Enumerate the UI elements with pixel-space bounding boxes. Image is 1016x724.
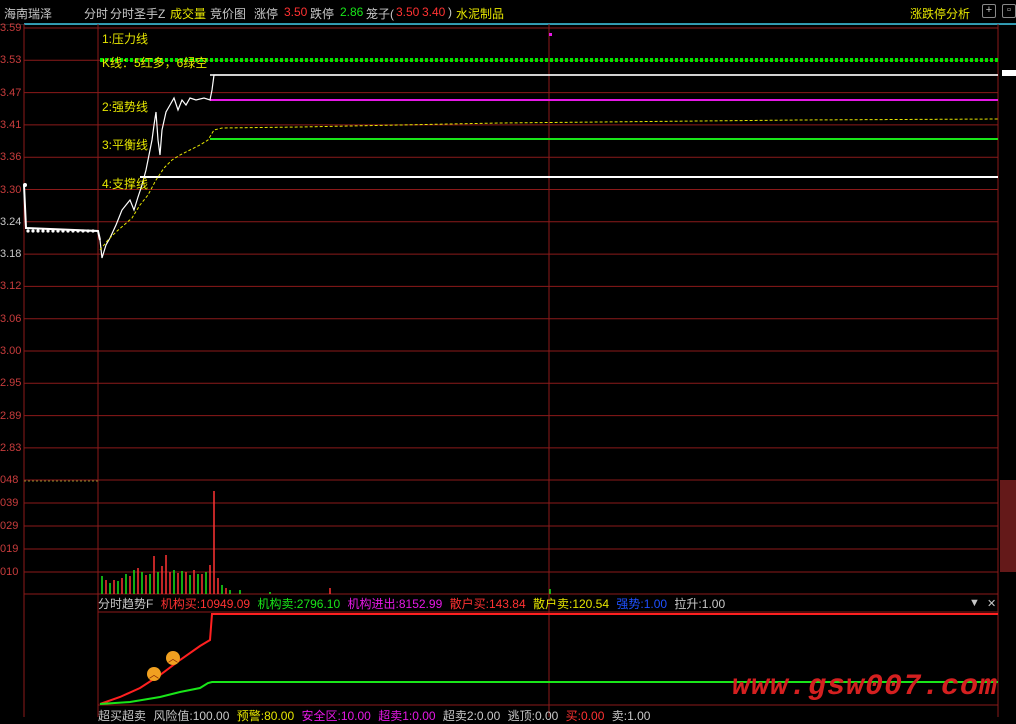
indicator-close-icon[interactable]: ✕ <box>987 597 996 610</box>
risk-value: 100.00 <box>192 709 230 723</box>
open-dot <box>23 183 27 187</box>
pull-value: 1.00 <box>701 597 726 611</box>
premarket-dot <box>26 229 30 233</box>
volume-bars <box>101 491 551 594</box>
inst-sell-value: 2796.10 <box>296 597 341 611</box>
strong-line-label: 2:强势线 <box>102 100 149 114</box>
premarket-dot <box>51 229 55 233</box>
watermark: www.gsw007.com <box>731 670 998 704</box>
bottom-indicator-title[interactable]: 超买超卖 <box>98 709 146 723</box>
retail-sell-label: 散户卖: <box>532 597 573 611</box>
strong-value: 1.00 <box>643 597 668 611</box>
premarket-dot <box>41 229 45 233</box>
retail-buy-label: 散户买: <box>449 597 489 611</box>
escape-label: 逃顶: <box>507 709 535 723</box>
premarket-dot <box>66 229 70 233</box>
escape-value: 0.00 <box>534 709 559 723</box>
inst-buy-label: 机构买: <box>160 597 201 611</box>
premarket-dot <box>76 229 80 233</box>
sell-value: 1.00 <box>627 709 651 723</box>
sell-label: 卖: <box>611 709 628 723</box>
kline-note-label: K线：5红多，6绿空 <box>102 56 208 70</box>
strong-label: 强势: <box>616 597 644 611</box>
oversold1-value: 0.00 <box>412 709 436 723</box>
premarket-dot <box>31 229 35 233</box>
premarket-dots <box>23 183 95 233</box>
bottom-indicator-header: 超买超卖 风险值:100.00 预警:80.00 安全区:10.00 超卖1:0… <box>98 707 998 723</box>
support-line-label: 4:支撑线 <box>102 177 149 191</box>
indicator-title[interactable]: 分时趋势F <box>98 597 153 611</box>
oversold1-label: 超卖1: <box>378 709 413 723</box>
inst-net-value: 8152.99 <box>398 597 443 611</box>
premarket-dot <box>81 229 85 233</box>
inst-sell-label: 机构卖: <box>257 597 297 611</box>
premarket-dot <box>91 229 95 233</box>
premarket-dot <box>71 229 75 233</box>
risk-label: 风险值: <box>153 709 193 723</box>
pressure-line-label: 1:压力线 <box>102 32 149 46</box>
oversold2-value: 0.00 <box>476 709 501 723</box>
premarket-dot <box>86 229 90 233</box>
buy-signal-arrow: ︿ <box>149 670 159 681</box>
premarket-dot <box>36 229 40 233</box>
warn-label: 预警: <box>236 709 265 723</box>
oversold2-label: 超卖2: <box>442 709 477 723</box>
retail-buy-value: 143.84 <box>488 597 526 611</box>
premarket-dot <box>56 229 60 233</box>
indicator-header: 分时趋势F 机构买:10949.09 机构卖:2796.10 机构进出:8152… <box>98 595 998 611</box>
premarket-dot <box>46 229 50 233</box>
premarket-dot <box>61 229 65 233</box>
safe-value: 10.00 <box>340 709 371 723</box>
indicator-dropdown-icon[interactable]: ▼ <box>969 597 980 609</box>
inst-net-label: 机构进出: <box>347 597 399 611</box>
warn-value: 80.00 <box>264 709 295 723</box>
balance-line-label: 3:平衡线 <box>102 138 149 152</box>
right-price-marker <box>1002 70 1016 76</box>
buy-signal-arrow-2: ︿ <box>168 654 178 665</box>
safe-label: 安全区: <box>301 709 341 723</box>
retail-sell-value: 120.54 <box>572 597 610 611</box>
inst-buy-value: 10949.09 <box>200 597 251 611</box>
pull-label: 拉升: <box>674 597 702 611</box>
marker-dot <box>549 33 552 36</box>
buy-value: 0.00 <box>581 709 605 723</box>
buy-label: 买: <box>565 709 582 723</box>
